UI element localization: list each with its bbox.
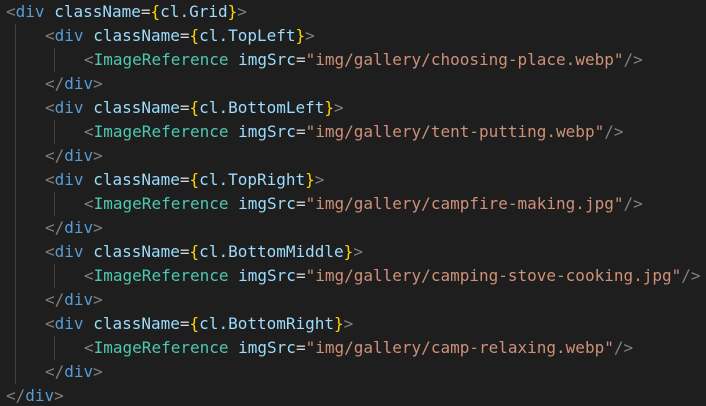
attr-name: imgSrc bbox=[238, 50, 296, 69]
attr-expression: cl.BottomMiddle bbox=[199, 242, 344, 261]
tag-name: div bbox=[25, 386, 55, 405]
code-line: <div className={cl.TopLeft}> bbox=[0, 24, 706, 48]
string-value: img/gallery/camping-stove-cooking.jpg bbox=[315, 266, 672, 285]
tag-name: div bbox=[54, 242, 84, 261]
code-line: <div className={cl.BottomLeft}> bbox=[0, 96, 706, 120]
code-line: </div> bbox=[0, 216, 706, 240]
tag-name: div bbox=[64, 290, 94, 309]
tag-name: div bbox=[54, 26, 84, 45]
tag-name: div bbox=[64, 146, 94, 165]
attr-expression: cl.TopRight bbox=[199, 170, 306, 189]
code-line: <ImageReference imgSrc="img/gallery/camp… bbox=[0, 336, 706, 360]
code-line: </div> bbox=[6, 386, 64, 405]
code-line: <div className={cl.BottomRight}> bbox=[0, 312, 706, 336]
code-line: <ImageReference imgSrc="img/gallery/camp… bbox=[0, 192, 706, 216]
tag-name: div bbox=[64, 74, 94, 93]
string-value: img/gallery/tent-putting.webp bbox=[315, 122, 595, 141]
attr-name: imgSrc bbox=[238, 266, 296, 285]
component-name: ImageReference bbox=[93, 266, 229, 285]
attr-name: className bbox=[93, 314, 180, 333]
attr-expression: cl.BottomLeft bbox=[199, 98, 325, 117]
attr-name: imgSrc bbox=[238, 194, 296, 213]
tag-name: div bbox=[64, 362, 94, 381]
code-line: <div className={cl.TopRight}> bbox=[0, 168, 706, 192]
attr-name: className bbox=[93, 242, 180, 261]
code-line: <div className={cl.BottomMiddle}> bbox=[0, 240, 706, 264]
code-line: </div> bbox=[0, 288, 706, 312]
tag-name: div bbox=[64, 218, 94, 237]
code-line: </div> bbox=[0, 72, 706, 96]
code-line: </div> bbox=[0, 144, 706, 168]
component-name: ImageReference bbox=[93, 338, 229, 357]
tag-name: div bbox=[54, 98, 84, 117]
attr-name: className bbox=[54, 2, 141, 21]
code-line: <ImageReference imgSrc="img/gallery/choo… bbox=[0, 48, 706, 72]
string-value: img/gallery/camp-relaxing.webp bbox=[315, 338, 605, 357]
tag-name: div bbox=[54, 170, 84, 189]
code-editor[interactable]: <div className={cl.Grid}> <div className… bbox=[0, 0, 706, 406]
attr-name: className bbox=[93, 98, 180, 117]
code-line: <ImageReference imgSrc="img/gallery/camp… bbox=[0, 264, 706, 288]
attr-expression: cl.BottomRight bbox=[199, 314, 335, 333]
attr-expression: cl.Grid bbox=[160, 2, 228, 21]
component-name: ImageReference bbox=[93, 194, 229, 213]
tag-name: div bbox=[15, 2, 45, 21]
component-name: ImageReference bbox=[93, 122, 229, 141]
attr-name: className bbox=[93, 170, 180, 189]
code-line: </div> bbox=[0, 360, 706, 384]
string-value: img/gallery/campfire-making.jpg bbox=[315, 194, 614, 213]
code-line: <div className={cl.Grid}> bbox=[6, 2, 247, 21]
attr-expression: cl.TopLeft bbox=[199, 26, 296, 45]
attr-name: imgSrc bbox=[238, 338, 296, 357]
tag-name: div bbox=[54, 314, 84, 333]
attr-name: imgSrc bbox=[238, 122, 296, 141]
attr-name: className bbox=[93, 26, 180, 45]
component-name: ImageReference bbox=[93, 50, 229, 69]
code-line: <ImageReference imgSrc="img/gallery/tent… bbox=[0, 120, 706, 144]
string-value: img/gallery/choosing-place.webp bbox=[315, 50, 614, 69]
